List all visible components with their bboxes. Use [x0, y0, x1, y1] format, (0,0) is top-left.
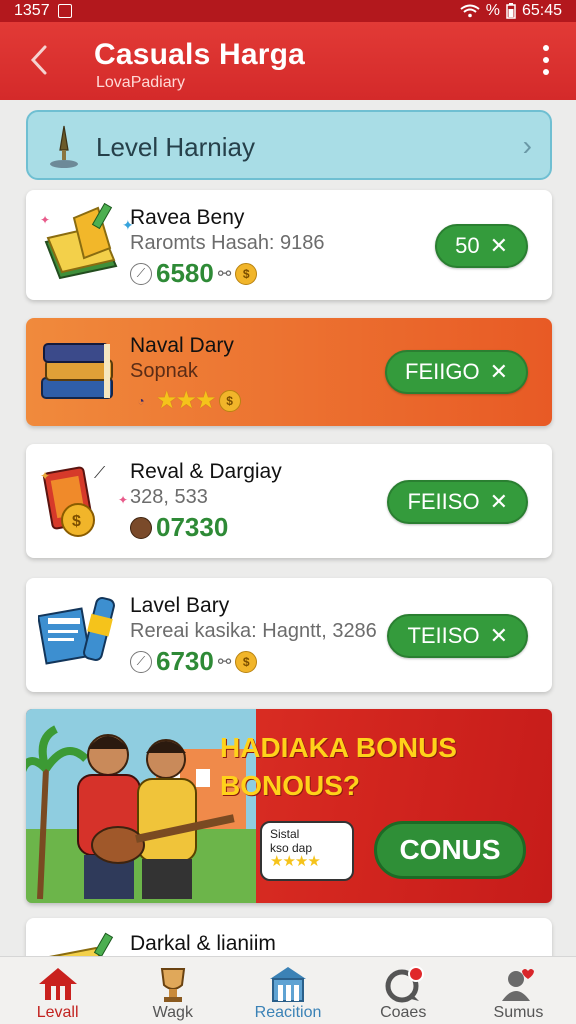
card-action-button[interactable]: FEIIGO ✕: [385, 350, 528, 394]
nav-label: Sumus: [493, 1004, 544, 1021]
svg-text:$: $: [72, 513, 81, 530]
leaf-icon: ⟋: [130, 262, 152, 285]
card-action-label: FEIIGO: [405, 359, 480, 384]
signal-percent-icon: %: [485, 2, 500, 19]
card-title: Reval & Dargiay: [130, 460, 282, 483]
promo-cta-button[interactable]: CONUS: [374, 821, 526, 879]
card-meta: 07330: [130, 512, 228, 543]
status-time-right: 65:45: [521, 2, 562, 19]
chat-icon: [380, 964, 426, 1004]
card-points: 07330: [156, 512, 229, 542]
app-bar: Casuals Harga LovaPadiary: [0, 22, 576, 100]
level-label: Level Harniay: [96, 132, 255, 162]
close-icon: ✕: [489, 623, 508, 648]
card-action-button[interactable]: TEIISO ✕: [387, 614, 528, 658]
rating-stars: ★★★: [156, 387, 217, 414]
card-meta: ◔ ★★★ $: [130, 386, 241, 415]
trophy-icon: [150, 964, 196, 1004]
chevron-right-icon: ›: [522, 130, 532, 161]
card-action-label: TEIISO: [407, 623, 480, 648]
link-icon: ⚯: [217, 265, 232, 283]
nav-item-levall[interactable]: Levall: [0, 957, 115, 1024]
coin-card-icon: $ ⟋ ✦ ✦: [40, 465, 128, 537]
nav-item-sumus[interactable]: Sumus: [461, 957, 576, 1024]
bubble-line-1: Sistal: [270, 827, 300, 841]
back-arrow-icon: [30, 45, 47, 75]
card-meta: ⟋ 6580 ⚯ $: [130, 258, 258, 289]
home-icon: [35, 964, 81, 1004]
card-subtitle: Rereai kasika: Hagntt, 3286: [130, 620, 377, 642]
status-bar: 1357 % 65:45: [0, 0, 576, 22]
card-action-button[interactable]: FEIISO ✕: [387, 480, 528, 524]
nav-item-reacition[interactable]: Reacition: [230, 957, 345, 1024]
promo-headline: HADIAKA BONUS BONOUS?: [220, 729, 457, 805]
promo-headline-line-1: HADIAKA BONUS: [220, 732, 457, 763]
eye-icon: ◔: [137, 393, 145, 408]
ticket-icon: [38, 597, 115, 665]
more-vert-icon: [543, 45, 549, 51]
promo-banner[interactable]: HADIAKA BONUS BONOUS? Sistal kso dap ★★★…: [26, 709, 552, 903]
book-icon: ✦ ✦: [40, 202, 134, 280]
more-dot: [543, 69, 549, 75]
level-selector[interactable]: Level Harniay ›: [26, 110, 552, 180]
battery-icon: [506, 3, 516, 19]
close-icon: ✕: [489, 359, 508, 384]
card-title: Naval Dary: [130, 334, 234, 357]
card-action-label: 50: [455, 233, 480, 258]
card-title: Darkal & lianiim: [130, 932, 276, 955]
pin-icon: [50, 125, 78, 168]
close-icon: ✕: [489, 233, 508, 258]
back-button[interactable]: [22, 40, 56, 80]
nav-label: Wagk: [152, 1004, 193, 1021]
user-heart-icon: [495, 964, 541, 1004]
level-card[interactable]: Naval Dary Sopnak ◔ ★★★ $ FEIIGO ✕: [26, 318, 552, 426]
bottom-nav: Levall Wagk Reacition Coaes Sumus: [0, 956, 576, 1024]
nut-icon: [130, 516, 152, 539]
page-title: Casuals Harga: [94, 38, 306, 71]
card-action-label: FEIISO: [407, 489, 480, 514]
card-title: Lavel Bary: [130, 594, 230, 617]
coin-icon: $: [218, 389, 241, 412]
card-subtitle: Sopnak: [130, 360, 198, 382]
card-points: 6730: [156, 646, 214, 676]
notification-icon: [57, 4, 72, 18]
nav-label: Reacition: [254, 1004, 322, 1021]
nav-label: Levall: [36, 1004, 79, 1021]
books-icon: [41, 343, 113, 399]
card-subtitle: Raromts Hasah: 9186: [130, 232, 325, 254]
card-action-button[interactable]: 50 ✕: [435, 224, 528, 268]
level-card[interactable]: ✦ ✦ Ravea Beny Raromts Hasah: 9186 ⟋ 658…: [26, 190, 552, 300]
card-points: 6580: [156, 258, 214, 288]
promo-speech-bubble: Sistal kso dap ★★★★: [260, 821, 354, 881]
coin-icon: $: [235, 650, 258, 673]
svg-text:✦: ✦: [40, 469, 50, 483]
level-card[interactable]: $ ⟋ ✦ ✦ Reval & Dargiay 328, 533 07330 F…: [26, 444, 552, 558]
svg-text:⟋: ⟋: [94, 465, 106, 482]
more-menu-button[interactable]: [536, 42, 556, 78]
nav-item-coaes[interactable]: Coaes: [346, 957, 461, 1024]
svg-text:✦: ✦: [118, 493, 128, 507]
promo-headline-line-2: BONOUS?: [220, 770, 360, 801]
nav-label: Coaes: [380, 1004, 427, 1021]
leaf-icon: ⟋: [130, 650, 152, 673]
close-icon: ✕: [489, 489, 508, 514]
svg-text:✦: ✦: [40, 213, 50, 227]
building-icon: [265, 964, 311, 1004]
link-icon: ⚯: [217, 653, 232, 671]
wifi-icon: [460, 4, 480, 18]
coin-icon: $: [235, 262, 258, 285]
page-subtitle: LovaPadiary: [96, 74, 185, 91]
card-meta: ⟋ 6730 ⚯ $: [130, 646, 258, 677]
card-subtitle: 328, 533: [130, 486, 208, 508]
card-title: Ravea Beny: [130, 206, 245, 229]
status-time-left: 1357: [14, 2, 50, 19]
more-dot: [543, 57, 549, 63]
bubble-stars: ★★★★: [270, 853, 321, 870]
level-card[interactable]: Lavel Bary Rereai kasika: Hagntt, 3286 ⟋…: [26, 578, 552, 692]
nav-item-wagk[interactable]: Wagk: [115, 957, 230, 1024]
